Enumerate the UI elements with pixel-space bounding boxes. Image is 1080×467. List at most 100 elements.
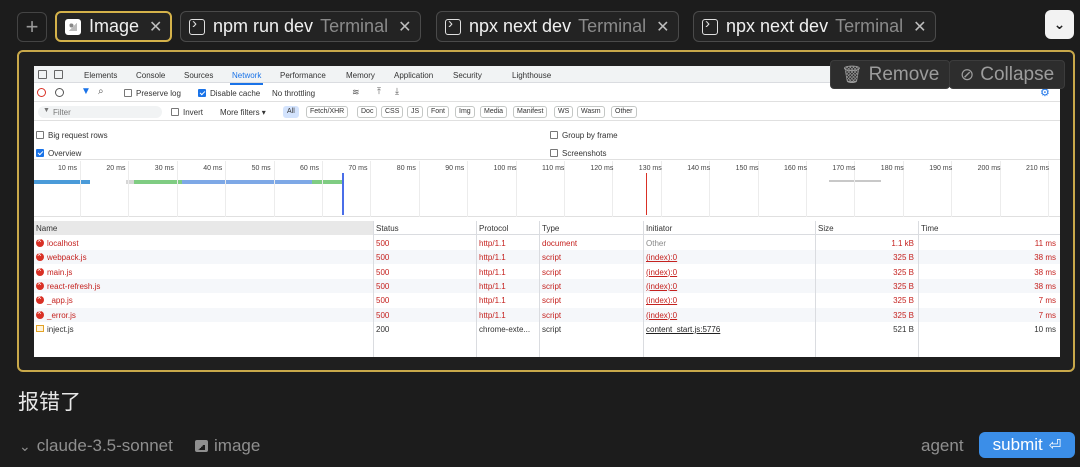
throttling-select: No throttling (272, 89, 316, 98)
devtools-tab-network: Network (229, 71, 264, 85)
column-size: Size (818, 224, 834, 233)
type-filter-manifest: Manifest (513, 106, 548, 118)
cell-status: 500 (376, 310, 390, 320)
preserve-log-checkbox (124, 89, 132, 97)
column-name: Name (36, 224, 58, 233)
timeline-tick-label: 110 ms (542, 165, 565, 172)
type-filter-all: All (283, 106, 299, 118)
timeline-tick-label: 150 ms (735, 165, 759, 172)
cell-initiator: (index):0 (646, 253, 678, 263)
cell-type: script (542, 324, 562, 334)
type-filter-other: Other (611, 106, 637, 118)
cell-name: _app.js (47, 296, 73, 306)
cell-initiator: (index):0 (646, 296, 678, 306)
type-filter-doc: Doc (357, 106, 378, 118)
add-context-button[interactable]: + (17, 12, 47, 42)
close-icon[interactable]: ✕ (656, 17, 669, 37)
cell-status: 500 (376, 239, 390, 248)
close-icon[interactable]: ✕ (149, 17, 162, 37)
overview-label: Overview (48, 149, 82, 158)
type-filter-css: CSS (381, 106, 404, 118)
cell-name: inject.js (47, 324, 74, 334)
chevron-down-icon[interactable]: ⌄ (1045, 10, 1074, 39)
devtools-tab-memory: Memory (346, 71, 375, 80)
overview-checkbox (36, 149, 44, 157)
upload-icon: ⤒ (377, 86, 381, 96)
column-protocol: Protocol (479, 224, 509, 233)
timeline-tick-label: 30 ms (154, 165, 174, 172)
tab-image[interactable]: Image ✕ (55, 11, 173, 42)
timeline-bar (134, 180, 182, 184)
cell-initiator: content_start.js:5776 (646, 324, 721, 334)
mode-selector[interactable]: agent (921, 436, 964, 456)
type-filter-font: Font (427, 106, 450, 118)
timeline-tick-label: 100 ms (493, 165, 517, 172)
timeline-tick-label: 90 ms (445, 165, 465, 172)
tab-npx-next-dev-1[interactable]: npx next dev Terminal ✕ (436, 11, 679, 42)
timeline-gridline (418, 161, 420, 217)
cell-status: 500 (376, 253, 390, 263)
invert-label: Invert (183, 108, 204, 117)
big-rows-label: Big request rows (48, 131, 108, 140)
big-rows-checkbox (36, 131, 44, 139)
tab-npm-run-dev[interactable]: npm run dev Terminal ✕ (180, 11, 421, 42)
timeline-tick-label: 190 ms (929, 165, 953, 172)
network-filter-row: ▼ Filter Invert More filters ▾ All Fetch… (34, 103, 1060, 121)
tab-name: npx next dev (469, 16, 572, 36)
type-filter-media: Media (480, 106, 508, 118)
terminal-icon (445, 15, 461, 35)
tab-npx-next-dev-2[interactable]: npx next dev Terminal ✕ (693, 11, 936, 42)
image-label: image (214, 436, 261, 455)
cell-name: webpack.js (47, 253, 87, 263)
cell-type: script (542, 281, 562, 291)
type-filter-ws: WS (554, 106, 574, 118)
cell-protocol: http/1.1 (479, 253, 506, 263)
cell-initiator: Other (646, 239, 667, 248)
cell-type: script (542, 267, 562, 277)
cell-time: 38 ms (1034, 281, 1056, 291)
cell-protocol: chrome-exte... (479, 324, 531, 334)
remove-image-button[interactable]: 🗑 Remove (830, 60, 951, 89)
cell-status: 500 (376, 267, 390, 277)
timeline-tick-label: 130 ms (638, 165, 662, 172)
timeline-gridline (273, 161, 275, 217)
collapse-image-button[interactable]: ⊘ Collapse (949, 60, 1066, 89)
timeline-gridline (225, 161, 227, 217)
timeline-gridline (80, 161, 81, 217)
type-filter-fetch: Fetch/XHR (306, 106, 349, 118)
submit-label: submit (992, 435, 1043, 454)
load-marker (646, 173, 647, 215)
image-icon (65, 18, 81, 35)
cell-protocol: http/1.1 (479, 267, 506, 277)
filter-icon: ▼ (43, 107, 50, 114)
collapse-label: Collapse (980, 63, 1055, 85)
timeline-tick-label: 70 ms (348, 165, 368, 172)
column-time: Time (921, 224, 939, 233)
script-file-icon (36, 324, 44, 332)
timeline-tick-label: 80 ms (396, 165, 416, 172)
chat-message-input[interactable]: 报错了 (18, 386, 81, 416)
model-selector[interactable]: ⌄ claude-3.5-sonnet (19, 436, 173, 456)
screenshots-label: Screenshots (562, 149, 607, 158)
column-status: Status (376, 224, 399, 233)
cell-type: script (542, 310, 562, 320)
filter-funnel-icon: ▼ (81, 86, 91, 97)
cell-protocol: http/1.1 (479, 296, 506, 306)
remove-label: Remove (868, 63, 940, 85)
devtools-tab-lighthouse: Lighthouse (512, 71, 552, 80)
cell-protocol: http/1.1 (479, 310, 506, 320)
column-initiator: Initiator (646, 224, 673, 233)
close-icon[interactable]: ✕ (398, 17, 411, 37)
terminal-icon (189, 15, 205, 35)
attach-image-button[interactable]: image (195, 436, 260, 456)
table-row: _error.js 500 http/1.1 script (index):0 325 B… (34, 307, 1060, 322)
timeline-tick-label: 40 ms (203, 165, 223, 172)
devtools-tab-security: Security (453, 71, 482, 80)
cell-time: 11 ms (1034, 239, 1056, 248)
table-row: localhost 500 http/1.1 document Other 1.1 kB 1… (34, 236, 1060, 250)
submit-button[interactable]: submit ⏎ (979, 432, 1075, 458)
cell-protocol: http/1.1 (479, 239, 506, 248)
close-icon[interactable]: ✕ (913, 17, 926, 37)
cell-status: 500 (376, 296, 390, 306)
cell-size: 325 B (893, 310, 914, 320)
